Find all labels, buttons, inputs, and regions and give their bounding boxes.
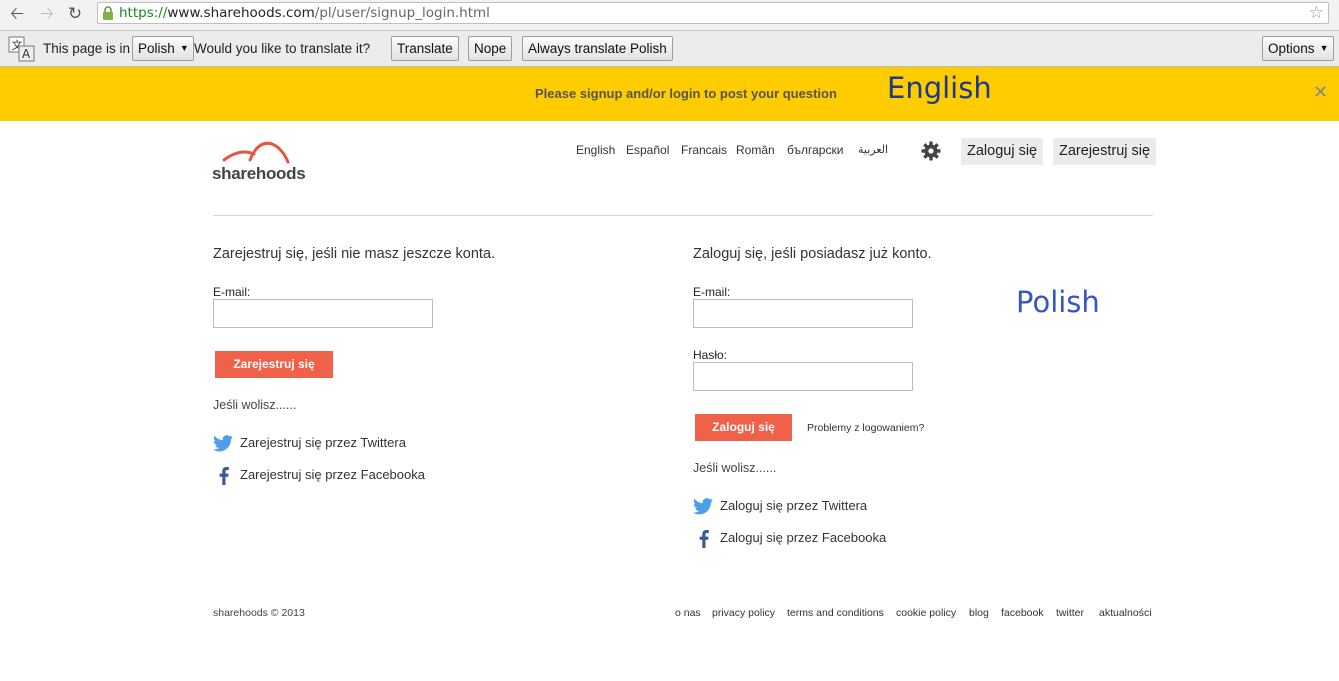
options-label: Options xyxy=(1268,41,1315,56)
chevron-down-icon: ▼ xyxy=(179,43,189,53)
lang-link-arabic[interactable]: العربية xyxy=(858,143,888,156)
footer-copyright: sharehoods © 2013 xyxy=(213,607,305,619)
translate-icon: 文 A xyxy=(8,36,35,62)
bookmark-star-icon[interactable]: ☆ xyxy=(1309,3,1324,23)
twitter-icon xyxy=(693,498,713,515)
logo-arc-icon xyxy=(222,141,290,164)
signup-submit-button[interactable]: Zarejestruj się xyxy=(215,351,333,378)
twitter-icon xyxy=(213,435,233,452)
translate-prefix: This page is in xyxy=(43,41,131,56)
options-button[interactable]: Options ▼ xyxy=(1262,36,1334,61)
signup-email-label: E-mail: xyxy=(213,285,251,299)
close-icon[interactable]: ✕ xyxy=(1313,82,1328,103)
footer-link-twitter[interactable]: twitter xyxy=(1056,607,1084,619)
url-field[interactable]: https://www.sharehoods.com/pl/user/signu… xyxy=(97,2,1329,24)
reload-icon[interactable]: ↻ xyxy=(64,3,86,25)
lang-link-francais[interactable]: Francais xyxy=(681,143,727,157)
lang-link-english[interactable]: English xyxy=(576,143,615,157)
url-path: /pl/user/signup_login.html xyxy=(314,5,490,21)
footer-link-blog[interactable]: blog xyxy=(969,607,989,619)
header-divider xyxy=(213,215,1153,216)
gear-icon[interactable] xyxy=(921,141,941,161)
translate-bar: 文 A This page is in Polish ▼ Would you li… xyxy=(0,31,1339,67)
facebook-icon xyxy=(698,529,710,548)
login-email-label: E-mail: xyxy=(693,285,731,299)
login-password-label: Hasło: xyxy=(693,348,728,362)
footer-link-about[interactable]: o nas xyxy=(675,607,701,619)
facebook-icon xyxy=(218,466,230,485)
polish-overlay-label: Polish xyxy=(1016,285,1100,319)
header-login-button[interactable]: Zaloguj się xyxy=(961,138,1044,165)
signup-facebook-link[interactable]: Zarejestruj się przez Facebooka xyxy=(240,467,425,482)
login-twitter-link[interactable]: Zaloguj się przez Twittera xyxy=(720,498,867,513)
signup-email-input[interactable] xyxy=(213,299,433,328)
notification-message: Please signup and/or login to post your … xyxy=(535,86,837,101)
url-domain: www.sharehoods.com xyxy=(167,5,315,21)
login-submit-button[interactable]: Zaloguj się xyxy=(695,414,792,441)
svg-text:A: A xyxy=(22,47,31,61)
chevron-down-icon: ▼ xyxy=(1319,43,1329,53)
sharehoods-logo[interactable]: sharehoods xyxy=(212,138,312,184)
lang-link-roman[interactable]: Român xyxy=(736,143,775,157)
signup-twitter-link[interactable]: Zarejestruj się przez Twittera xyxy=(240,435,406,450)
translate-button[interactable]: Translate xyxy=(391,36,459,61)
header-signup-button[interactable]: Zarejestruj się xyxy=(1053,138,1157,165)
signup-heading: Zarejestruj się, jeśli nie masz jeszcze … xyxy=(213,246,496,262)
back-arrow-icon[interactable]: 🡠 xyxy=(6,3,28,25)
footer-link-privacy[interactable]: privacy policy xyxy=(712,607,775,619)
english-overlay-label: English xyxy=(887,71,992,105)
url-scheme: https:// xyxy=(119,5,168,21)
login-email-input[interactable] xyxy=(693,299,913,328)
forward-arrow-icon[interactable]: 🡢 xyxy=(36,3,58,25)
lang-link-bulgarian[interactable]: български xyxy=(787,143,843,157)
login-heading: Zaloguj się, jeśli posiadasz już konto. xyxy=(693,246,932,262)
login-problem-link[interactable]: Problemy z logowaniem? xyxy=(807,422,924,434)
signup-or-text: Jeśli wolisz...... xyxy=(213,398,297,412)
browser-address-bar: 🡠 🡢 ↻ https://www.sharehoods.com/pl/user… xyxy=(0,0,1339,31)
footer-link-facebook[interactable]: facebook xyxy=(1001,607,1044,619)
nope-button[interactable]: Nope xyxy=(468,36,513,61)
logo-text: sharehoods xyxy=(212,164,306,183)
language-select[interactable]: Polish ▼ xyxy=(132,36,194,61)
login-password-input[interactable] xyxy=(693,362,913,391)
footer-link-news[interactable]: aktualności xyxy=(1099,607,1152,619)
footer-link-cookie[interactable]: cookie policy xyxy=(896,607,956,619)
login-facebook-link[interactable]: Zaloguj się przez Facebooka xyxy=(720,530,886,545)
always-translate-button[interactable]: Always translate Polish xyxy=(522,36,673,61)
login-or-text: Jeśli wolisz...... xyxy=(693,461,777,475)
language-select-value: Polish xyxy=(138,41,175,56)
lock-icon xyxy=(103,6,113,20)
url-text: https://www.sharehoods.com/pl/user/signu… xyxy=(119,5,490,21)
lang-link-espanol[interactable]: Español xyxy=(626,143,669,157)
translate-question: Would you like to translate it? xyxy=(194,41,371,56)
notification-banner: Please signup and/or login to post your … xyxy=(0,67,1339,121)
footer-link-terms[interactable]: terms and conditions xyxy=(787,607,884,619)
